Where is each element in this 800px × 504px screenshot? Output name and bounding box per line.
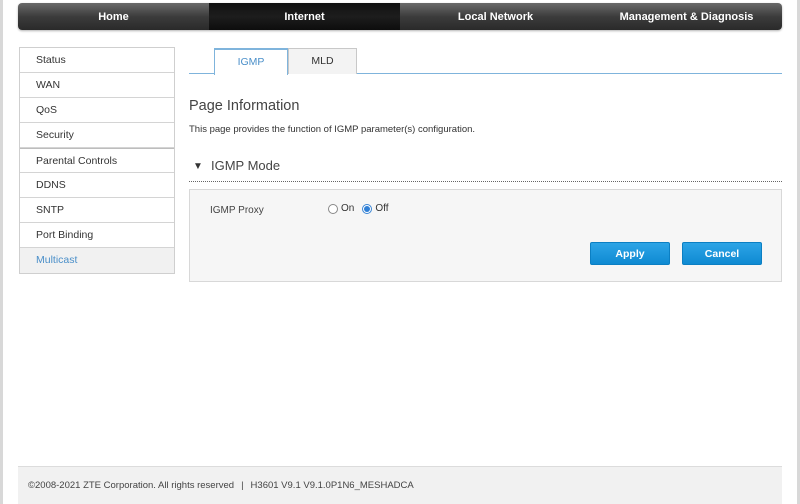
cancel-button[interactable]: Cancel	[682, 242, 762, 265]
nav-home[interactable]: Home	[18, 3, 209, 30]
footer-copyright: ©2008-2021 ZTE Corporation. All rights r…	[28, 480, 235, 491]
section-header-igmp-mode[interactable]: ▼ IGMP Mode	[189, 158, 782, 182]
triangle-down-icon: ▼	[193, 161, 203, 172]
apply-button[interactable]: Apply	[590, 242, 670, 265]
footer-separator: |	[241, 480, 244, 491]
sidebar: Status WAN QoS Security Parental Control…	[19, 47, 175, 274]
sidebar-item-multicast[interactable]: Multicast	[20, 248, 174, 273]
tab-bar: IGMP MLD	[189, 48, 782, 75]
igmp-proxy-on-label[interactable]: On	[341, 203, 354, 214]
nav-local-network[interactable]: Local Network	[400, 3, 591, 30]
sidebar-item-security[interactable]: Security	[20, 123, 174, 148]
top-navigation: Home Internet Local Network Management &…	[18, 3, 782, 30]
nav-management-diagnosis[interactable]: Management & Diagnosis	[591, 3, 782, 30]
footer-version: H3601 V9.1 V9.1.0P1N6_MESHADCA	[250, 480, 414, 491]
sidebar-item-status[interactable]: Status	[20, 48, 174, 73]
window-frame-left	[0, 0, 3, 504]
igmp-proxy-off-label[interactable]: Off	[375, 203, 388, 214]
footer: ©2008-2021 ZTE Corporation. All rights r…	[18, 466, 782, 504]
nav-internet[interactable]: Internet	[209, 3, 400, 30]
sidebar-item-qos[interactable]: QoS	[20, 98, 174, 123]
page-title: Page Information	[189, 98, 300, 114]
sidebar-item-port-binding[interactable]: Port Binding	[20, 223, 174, 248]
page-description: This page provides the function of IGMP …	[189, 124, 476, 135]
igmp-proxy-on-radio[interactable]	[328, 203, 338, 214]
igmp-proxy-label: IGMP Proxy	[210, 205, 264, 216]
sidebar-item-parental-controls[interactable]: Parental Controls	[20, 148, 174, 173]
sidebar-item-ddns[interactable]: DDNS	[20, 173, 174, 198]
tab-mld[interactable]: MLD	[288, 48, 357, 74]
igmp-proxy-radio-group: On Off	[328, 203, 397, 214]
tab-igmp[interactable]: IGMP	[214, 48, 288, 75]
igmp-proxy-off-radio[interactable]	[362, 203, 373, 214]
igmp-mode-panel: IGMP Proxy On Off Apply Cancel	[189, 189, 782, 282]
sidebar-item-wan[interactable]: WAN	[20, 73, 174, 98]
sidebar-item-sntp[interactable]: SNTP	[20, 198, 174, 223]
section-title: IGMP Mode	[211, 158, 281, 173]
